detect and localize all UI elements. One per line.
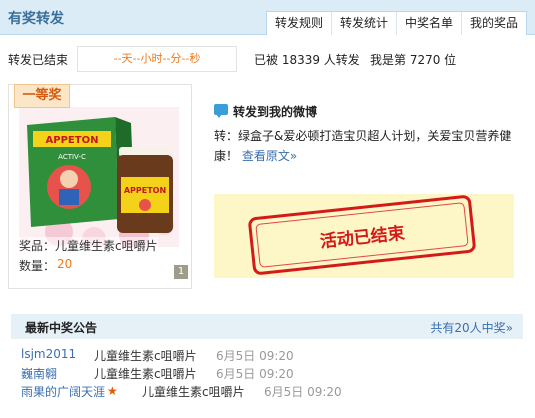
winner-row: 雨果的广阔天涯 ★ 儿童维生素c咀嚼片 6月5日 09:20 xyxy=(21,383,521,401)
tab-rules[interactable]: 转发规则 xyxy=(267,12,332,35)
tab-winner-list[interactable]: 中奖名单 xyxy=(397,12,462,35)
winner-prize: 儿童维生素c咀嚼片 xyxy=(142,385,245,399)
my-rank: 我是第 7270 位 xyxy=(370,53,457,67)
winner-time: 6月5日 09:20 xyxy=(216,367,294,381)
countdown-timer: --天--小时--分--秒 xyxy=(77,46,237,72)
prize-name-label: 奖品： xyxy=(19,237,56,254)
image-page-indicator[interactable]: 1 xyxy=(174,265,188,279)
header-bar: 有奖转发 转发规则 转发统计 中奖名单 我的奖品 xyxy=(0,0,535,35)
winners-header: 最新中奖公告 共有20人中奖» xyxy=(11,314,523,339)
winner-username[interactable]: 雨果的广阔天涯 xyxy=(21,383,105,400)
star-badge-icon: ★ xyxy=(107,384,118,398)
weibo-heading: 转发到我的微博 xyxy=(233,105,318,119)
activity-ended-stamp: 活动已结束 xyxy=(247,194,477,276)
speech-bubble-icon xyxy=(214,104,228,118)
winner-username[interactable]: lsjm2011 xyxy=(21,347,76,361)
winners-title: 最新中奖公告 xyxy=(25,321,98,335)
tab-my-prizes[interactable]: 我的奖品 xyxy=(462,12,526,35)
tab-stats[interactable]: 转发统计 xyxy=(332,12,397,35)
status-label: 转发已结束 xyxy=(8,53,69,67)
winner-username[interactable]: 巍南翱 xyxy=(21,365,57,382)
forward-count: 已被 18339 人转发 xyxy=(254,53,360,67)
svg-text:APPETON: APPETON xyxy=(124,186,166,195)
winner-prize: 儿童维生素c咀嚼片 xyxy=(94,349,197,363)
winner-time: 6月5日 09:20 xyxy=(264,385,342,399)
winners-total-link[interactable]: 共有20人中奖» xyxy=(430,319,513,336)
tab-bar: 转发规则 转发统计 中奖名单 我的奖品 xyxy=(265,11,527,35)
weibo-message: 转：绿盒子&爱必顿打造宝贝超人计划，关爱宝贝营养健康！ 查看原文» xyxy=(214,126,522,166)
winner-prize: 儿童维生素c咀嚼片 xyxy=(94,367,197,381)
status-row: 转发已结束 --天--小时--分--秒 已被 18339 人转发 我是第 727… xyxy=(8,46,528,72)
winner-time: 6月5日 09:20 xyxy=(216,349,294,363)
winner-row: 巍南翱 儿童维生素c咀嚼片 6月5日 09:20 xyxy=(21,365,521,383)
view-original-link[interactable]: 查看原文» xyxy=(242,149,297,163)
prize-tier-badge: 一等奖 xyxy=(14,84,70,108)
winner-row: lsjm2011 儿童维生素c咀嚼片 6月5日 09:20 xyxy=(21,347,521,365)
prize-name: 儿童维生素c咀嚼片 xyxy=(55,237,158,254)
quantity-label: 数量： xyxy=(19,259,56,273)
quantity-value: 20 xyxy=(57,257,73,271)
product-image: APPETON ACTIV-C APPETON xyxy=(19,107,179,247)
product-brand-text: APPETON xyxy=(46,135,99,146)
activity-ended-panel: 活动已结束 xyxy=(214,194,514,278)
prize-card: APPETON ACTIV-C APPETON 一等奖 奖品： 儿童维生素c咀嚼… xyxy=(8,84,192,289)
page-title: 有奖转发 xyxy=(8,11,64,27)
product-sub-text: ACTIV-C xyxy=(58,153,86,161)
